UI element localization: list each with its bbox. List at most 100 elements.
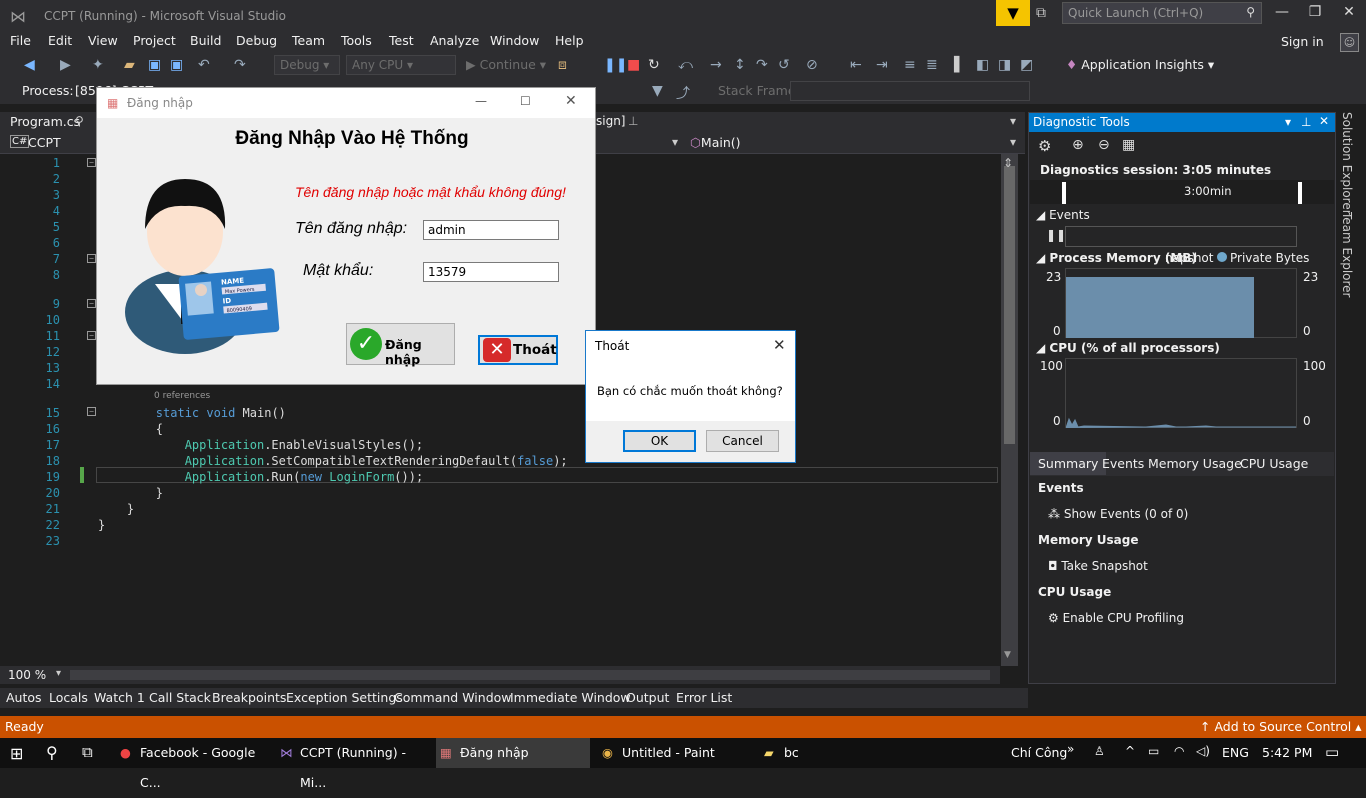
- redo-icon[interactable]: ↷: [234, 57, 246, 73]
- show-next-statement-icon[interactable]: ⤺: [678, 57, 693, 73]
- collapse-toggle-icon[interactable]: −: [87, 331, 96, 340]
- timeline-start-handle[interactable]: [1062, 182, 1066, 204]
- collapse-toggle-icon[interactable]: −: [87, 407, 96, 416]
- windows-start-icon[interactable]: ⊞: [10, 744, 23, 763]
- outdent-icon[interactable]: ⇥: [876, 57, 888, 73]
- restart-icon[interactable]: ↻: [648, 57, 660, 73]
- task-view-icon[interactable]: ⧉: [82, 743, 93, 761]
- username-input[interactable]: admin: [423, 220, 559, 240]
- tab-memory-usage[interactable]: Memory Usage: [1148, 456, 1242, 471]
- search-icon[interactable]: ⚲: [46, 743, 58, 762]
- step-into-icon[interactable]: →: [710, 57, 722, 73]
- panel-dropdown-icon[interactable]: ▾: [1285, 115, 1291, 129]
- code-line[interactable]: Application.EnableVisualStyles();: [98, 438, 423, 452]
- menu-build[interactable]: Build: [190, 33, 221, 48]
- menu-debug[interactable]: Debug: [236, 33, 277, 48]
- people-icon[interactable]: ♙: [1094, 744, 1105, 758]
- minimize-icon[interactable]: —: [1267, 4, 1297, 20]
- code-lens-references[interactable]: 0 references: [154, 391, 210, 401]
- enable-cpu-profiling-link[interactable]: ⚙ Enable CPU Profiling: [1048, 611, 1184, 625]
- quick-launch-input[interactable]: Quick Launch (Ctrl+Q) ⚲: [1062, 2, 1262, 24]
- zoom-out-icon[interactable]: ⊖: [1098, 137, 1110, 153]
- pause-icon[interactable]: ❚❚: [604, 57, 627, 73]
- tab-design[interactable]: sign]: [596, 114, 626, 128]
- close-icon[interactable]: ✕: [1334, 4, 1364, 20]
- menu-file[interactable]: File: [10, 33, 31, 48]
- maximize-icon[interactable]: ☐: [520, 94, 531, 108]
- pin-icon[interactable]: ⊥: [1301, 115, 1311, 129]
- menu-window[interactable]: Window: [490, 33, 539, 48]
- menu-tools[interactable]: Tools: [341, 33, 372, 48]
- forward-icon[interactable]: ▶: [60, 57, 71, 73]
- zoom-level[interactable]: 100 %: [8, 668, 46, 682]
- expand-icon[interactable]: ◢: [1036, 208, 1045, 222]
- attach-icon[interactable]: ⧈: [558, 57, 567, 73]
- take-snapshot-link[interactable]: ◘ Take Snapshot: [1048, 559, 1148, 573]
- prev-bookmark-icon[interactable]: ◧: [976, 57, 989, 73]
- menu-view[interactable]: View: [88, 33, 118, 48]
- tab-cpu-usage[interactable]: CPU Usage: [1240, 456, 1308, 471]
- member-dropdown-icon[interactable]: ▾: [1010, 135, 1016, 149]
- collapse-toggle-icon[interactable]: −: [87, 254, 96, 263]
- collapse-toggle-icon[interactable]: −: [87, 158, 96, 167]
- code-line[interactable]: }: [98, 518, 105, 532]
- solution-explorer-tab[interactable]: Solution Explorer: [1340, 112, 1354, 215]
- uncomment-icon[interactable]: ≣: [926, 57, 938, 73]
- login-button[interactable]: ✓ Đăng nhập: [346, 323, 455, 367]
- tab-error-list[interactable]: Error List: [676, 690, 732, 705]
- feedback-filter-icon[interactable]: ▼: [996, 0, 1030, 26]
- refresh-icon[interactable]: ↺: [778, 57, 790, 73]
- split-editor-icon[interactable]: ⇕: [1003, 156, 1013, 170]
- continue-button[interactable]: ▶ Continue ▾: [466, 57, 546, 72]
- vertical-scrollbar[interactable]: ▼: [1001, 154, 1018, 666]
- cpu-graph[interactable]: [1065, 358, 1297, 429]
- close-panel-icon[interactable]: ✕: [1319, 114, 1329, 128]
- expand-icon[interactable]: ◢: [1036, 341, 1045, 355]
- tab-command-window[interactable]: Command Window: [394, 690, 512, 705]
- password-input[interactable]: 13579: [423, 262, 559, 282]
- nav-dropdown-icon[interactable]: ▾: [672, 135, 678, 149]
- tab-summary[interactable]: Summary: [1030, 452, 1107, 475]
- project-dropdown[interactable]: CCPT: [28, 135, 61, 150]
- tab-pin-icon[interactable]: ⚲: [75, 114, 84, 128]
- reset-view-icon[interactable]: ▦: [1122, 137, 1135, 153]
- code-line[interactable]: {: [98, 422, 163, 436]
- new-project-icon[interactable]: ✦: [92, 57, 104, 73]
- close-icon[interactable]: ✕: [565, 93, 577, 109]
- save-all-icon[interactable]: ▣: [170, 57, 183, 73]
- tab-exception-settings[interactable]: Exception Settings: [286, 690, 403, 705]
- code-line[interactable]: }: [98, 502, 134, 516]
- bookmark-icon[interactable]: ▌: [954, 57, 965, 73]
- collapse-toggle-icon[interactable]: −: [87, 299, 96, 308]
- add-to-source-control[interactable]: ↑ Add to Source Control ▴: [1200, 719, 1362, 734]
- menu-help[interactable]: Help: [555, 33, 584, 48]
- chevron-up-icon[interactable]: ^: [1125, 744, 1135, 758]
- pin-icon[interactable]: ⊥: [628, 114, 638, 128]
- thread-icon[interactable]: ⤴: [676, 83, 690, 103]
- open-file-icon[interactable]: ▰: [124, 57, 135, 73]
- zoom-dropdown-icon[interactable]: ▾: [56, 668, 61, 679]
- taskbar-login-app[interactable]: ▦ Đăng nhập: [436, 738, 590, 768]
- show-events-link[interactable]: ⁂ Show Events (0 of 0): [1048, 507, 1188, 521]
- pause-events-icon[interactable]: ❚❚: [1046, 228, 1066, 242]
- menu-team[interactable]: Team: [292, 33, 325, 48]
- zoom-in-icon[interactable]: ⊕: [1072, 137, 1084, 153]
- tab-watch-1[interactable]: Watch 1: [94, 690, 145, 705]
- timeline-end-handle[interactable]: [1298, 182, 1302, 204]
- menu-test[interactable]: Test: [389, 33, 414, 48]
- tab-locals[interactable]: Locals: [49, 690, 88, 705]
- memory-graph[interactable]: [1065, 268, 1297, 338]
- taskbar-paint[interactable]: ◉ Untitled - Paint: [598, 738, 752, 768]
- code-line[interactable]: Application.SetCompatibleTextRenderingDe…: [98, 454, 568, 468]
- connect-icon[interactable]: ⧉: [1036, 5, 1046, 21]
- tab-call-stack[interactable]: Call Stack: [149, 690, 211, 705]
- settings-gear-icon[interactable]: ⚙: [1038, 137, 1051, 155]
- stop-icon[interactable]: ■: [627, 57, 640, 73]
- menu-project[interactable]: Project: [133, 33, 176, 48]
- wifi-icon[interactable]: ◠: [1174, 744, 1184, 758]
- tab-list-dropdown-icon[interactable]: ▾: [1010, 114, 1016, 128]
- minimize-icon[interactable]: —: [475, 94, 487, 108]
- next-bookmark-icon[interactable]: ◨: [998, 57, 1011, 73]
- member-dropdown[interactable]: ⬡Main(): [690, 135, 741, 150]
- stack-frame-select[interactable]: [790, 81, 1030, 101]
